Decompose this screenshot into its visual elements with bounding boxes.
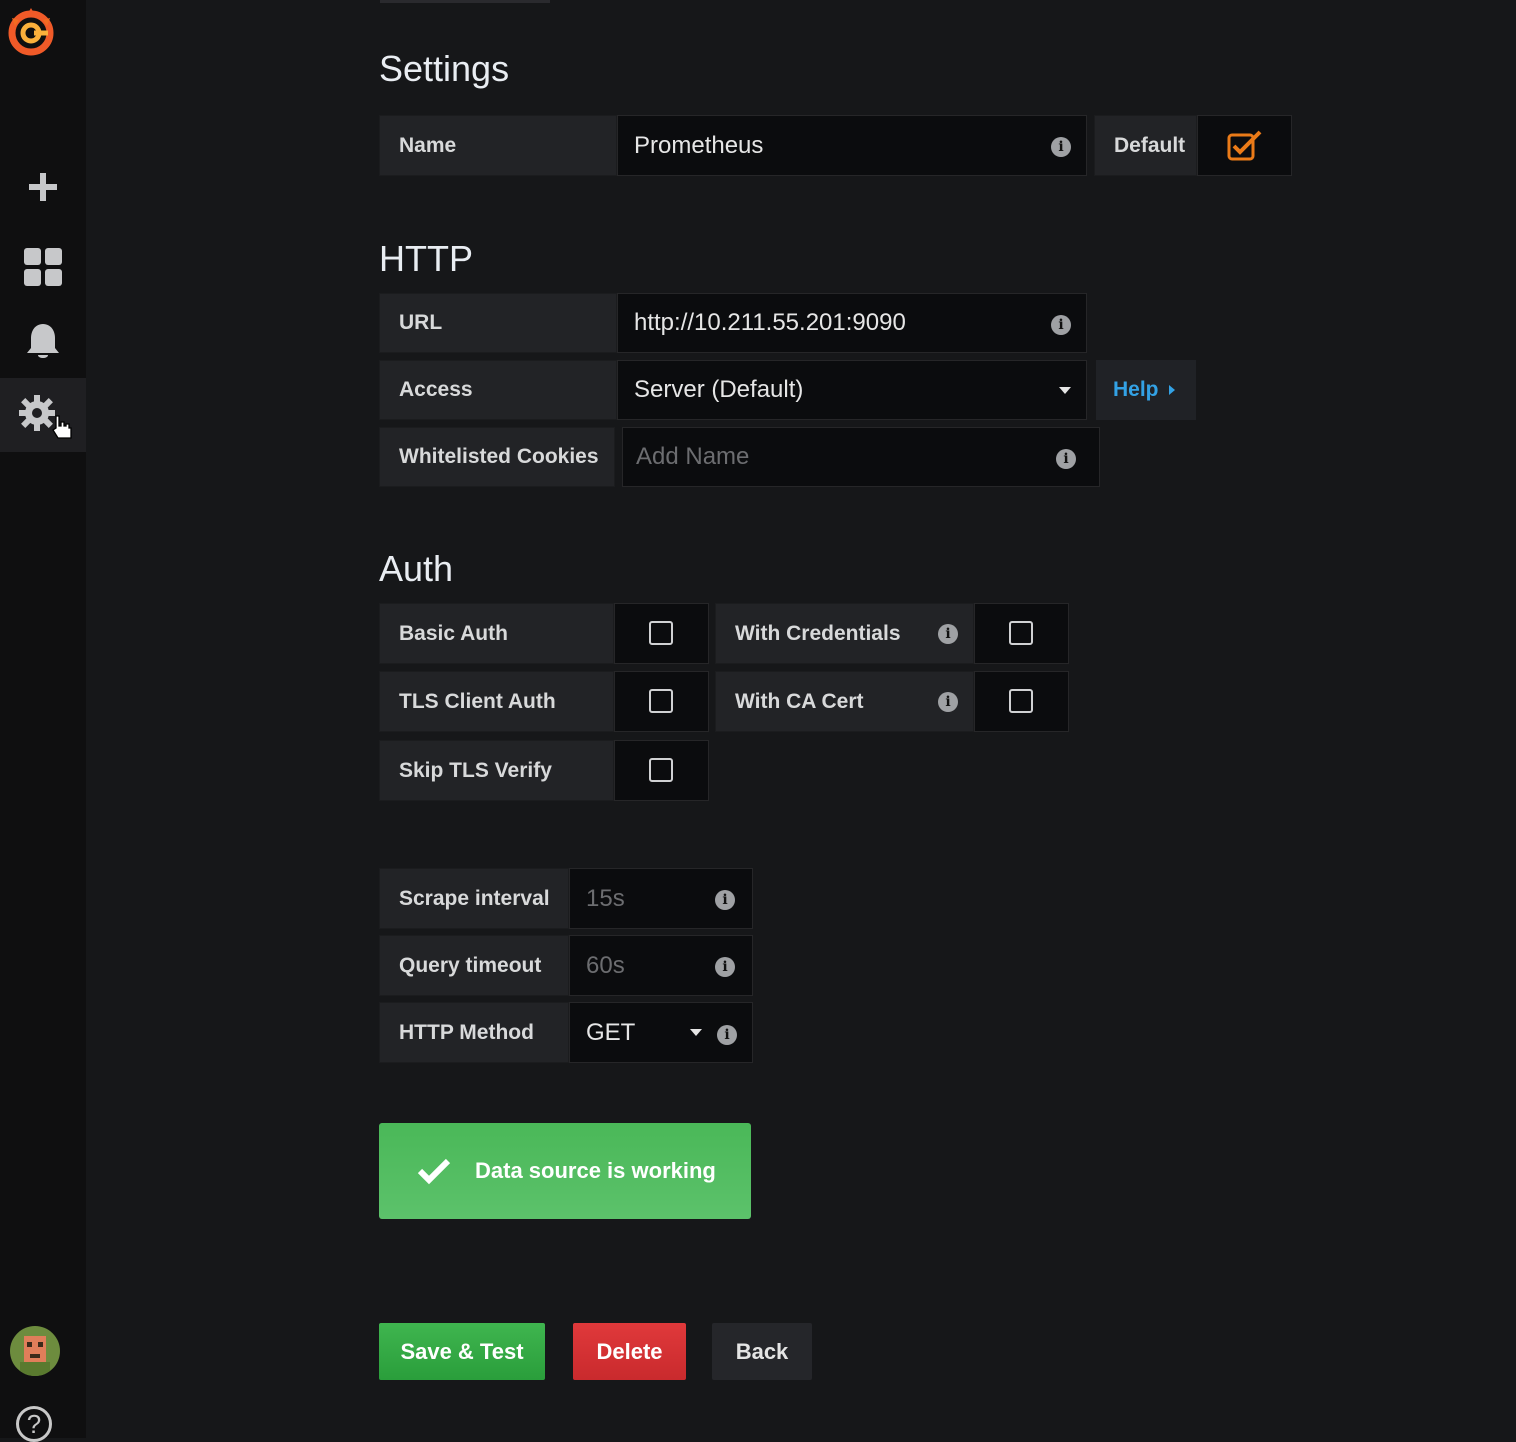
- access-select[interactable]: Server (Default): [617, 360, 1087, 420]
- success-alert: Data source is working: [379, 1123, 751, 1219]
- access-select-value: Server (Default): [634, 376, 804, 403]
- user-avatar[interactable]: [10, 1326, 60, 1376]
- auth-heading: Auth: [379, 548, 454, 589]
- plus-icon: [29, 173, 57, 201]
- info-icon[interactable]: i: [1051, 315, 1071, 335]
- caret-right-icon: [1168, 385, 1175, 395]
- dashboards-icon: [24, 248, 62, 286]
- whitelisted-cookies-placeholder: Add Name: [636, 443, 750, 470]
- info-icon[interactable]: i: [938, 692, 958, 712]
- default-label: Default: [1094, 115, 1197, 176]
- save-test-button[interactable]: Save & Test: [379, 1323, 545, 1380]
- alert-message: Data source is working: [475, 1158, 716, 1183]
- skip-tls-verify-checkbox[interactable]: [649, 758, 673, 782]
- help-icon[interactable]: ?: [16, 1406, 52, 1442]
- skip-tls-verify-checkbox-cell[interactable]: [614, 740, 709, 801]
- info-icon[interactable]: i: [715, 957, 735, 977]
- query-timeout-placeholder: 60s: [586, 951, 625, 979]
- tls-client-auth-checkbox[interactable]: [649, 689, 673, 713]
- name-label: Name: [379, 115, 617, 176]
- basic-auth-checkbox[interactable]: [649, 621, 673, 645]
- sidebar: ?: [0, 0, 86, 1442]
- query-timeout-label: Query timeout: [379, 935, 569, 996]
- basic-auth-checkbox-cell[interactable]: [614, 603, 709, 664]
- info-icon[interactable]: i: [1056, 449, 1076, 469]
- help-button-label: Help: [1113, 378, 1159, 401]
- grafana-logo-icon[interactable]: [4, 4, 58, 58]
- checkmark-icon: [417, 1158, 451, 1185]
- sidebar-item-alerting[interactable]: [0, 305, 86, 379]
- cursor-hand-icon: [52, 415, 72, 439]
- default-checkbox-cell[interactable]: [1197, 115, 1292, 176]
- http-heading: HTTP: [379, 238, 473, 279]
- http-method-value: GET: [586, 1018, 636, 1046]
- url-input[interactable]: http://10.211.55.201:9090: [617, 293, 1087, 353]
- scrape-interval-label: Scrape interval: [379, 868, 569, 929]
- settings-heading: Settings: [379, 48, 510, 89]
- skip-tls-verify-label: Skip TLS Verify: [379, 740, 614, 801]
- with-credentials-label: With Credentials: [715, 603, 974, 664]
- info-icon[interactable]: i: [717, 1025, 737, 1045]
- whitelisted-cookies-label: Whitelisted Cookies: [379, 427, 615, 487]
- http-method-label: HTTP Method: [379, 1002, 569, 1063]
- chevron-down-icon[interactable]: [1059, 387, 1071, 394]
- tls-client-auth-label: TLS Client Auth: [379, 671, 614, 732]
- name-input[interactable]: Prometheus: [617, 115, 1087, 176]
- bell-icon: [27, 324, 59, 358]
- with-credentials-checkbox[interactable]: [1009, 621, 1033, 645]
- sidebar-item-dashboards[interactable]: [0, 230, 86, 304]
- scrape-interval-placeholder: 15s: [586, 884, 625, 912]
- with-ca-cert-label: With CA Cert: [715, 671, 974, 732]
- sidebar-item-configuration[interactable]: [0, 378, 86, 452]
- with-ca-cert-checkbox-cell[interactable]: [974, 671, 1069, 732]
- top-tab-indicator: [380, 0, 550, 3]
- with-ca-cert-checkbox[interactable]: [1009, 689, 1033, 713]
- url-input-value: http://10.211.55.201:9090: [634, 309, 906, 336]
- checkbox-checked-icon[interactable]: [1227, 129, 1263, 161]
- url-label: URL: [379, 293, 617, 353]
- access-label: Access: [379, 360, 617, 420]
- whitelisted-cookies-input[interactable]: Add Name: [622, 427, 1100, 487]
- with-credentials-checkbox-cell[interactable]: [974, 603, 1069, 664]
- info-icon[interactable]: i: [715, 890, 735, 910]
- chevron-down-icon[interactable]: [690, 1029, 702, 1036]
- sidebar-item-create[interactable]: [0, 150, 86, 224]
- tls-client-auth-checkbox-cell[interactable]: [614, 671, 709, 732]
- delete-button[interactable]: Delete: [573, 1323, 686, 1380]
- name-input-value: Prometheus: [634, 131, 764, 159]
- back-button[interactable]: Back: [712, 1323, 812, 1380]
- help-button[interactable]: Help: [1096, 360, 1196, 420]
- info-icon[interactable]: i: [1051, 137, 1071, 157]
- info-icon[interactable]: i: [938, 624, 958, 644]
- avatar-icon: [10, 1326, 60, 1376]
- basic-auth-label: Basic Auth: [379, 603, 614, 664]
